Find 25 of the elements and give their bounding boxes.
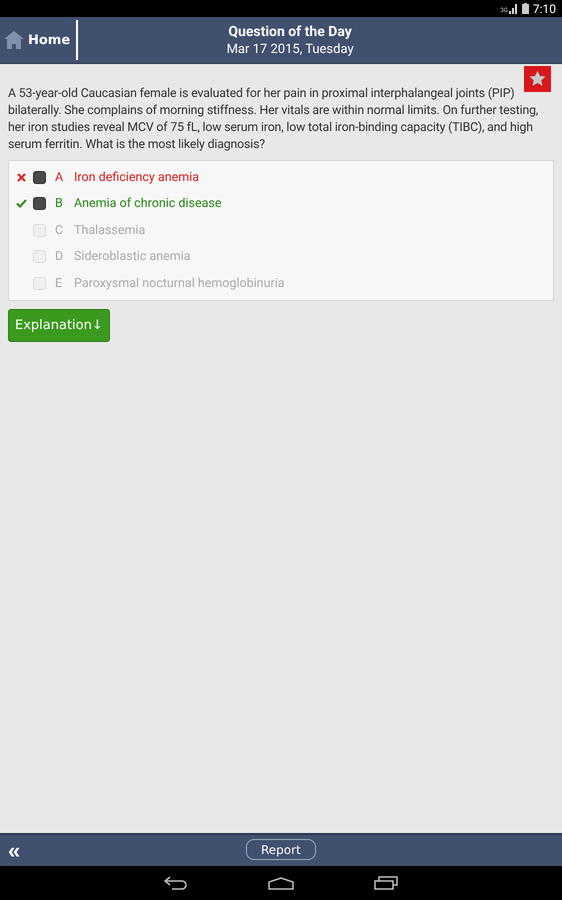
battery-icon (522, 3, 529, 14)
option-text[interactable]: Iron deficiency anemia (74, 170, 200, 185)
option-text[interactable]: Thalassemia (74, 222, 146, 238)
question-text: A 53-year-old Caucasian female is evaluated for her pain in proximal interphalangeal joints (PIP) bilaterally. She complains of morning stiffness. Her vitals are within normal limits. On further testing, her iron studies reveal MCV of 75 fL, low serum iron, low total iron-binding capacity (TIBC), and high serum ferritin. What is the most likely diagnosis? (8, 86, 540, 154)
option-letter: C (55, 222, 64, 238)
explanation-button[interactable]: Explanation↓ (8, 308, 110, 342)
recent-apps-icon[interactable] (374, 876, 398, 890)
answer-checkbox[interactable] (33, 197, 46, 210)
report-button[interactable]: Report (246, 839, 316, 860)
home-button[interactable]: Home (0, 20, 78, 60)
option-letter: D (55, 249, 64, 264)
back-button[interactable]: « (0, 840, 28, 862)
screen-title: Question of the Day (228, 24, 352, 40)
option-text[interactable]: Sideroblastic anemia (74, 249, 191, 264)
home-icon[interactable] (268, 876, 294, 890)
clock-time: 7:10 (532, 2, 556, 16)
answer-checkbox[interactable] (33, 170, 46, 184)
option-letter: B (55, 196, 64, 212)
option-text[interactable]: Paroxysmal nocturnal hemoglobinuria (74, 276, 285, 291)
option-text[interactable]: Anemia of chronic disease (74, 196, 222, 212)
option-letter: A (55, 170, 64, 185)
house-icon (4, 30, 24, 50)
option-letter: E (55, 276, 64, 291)
back-icon[interactable] (164, 876, 188, 890)
question-date: Mar 17 2015, Tuesday (226, 42, 354, 56)
